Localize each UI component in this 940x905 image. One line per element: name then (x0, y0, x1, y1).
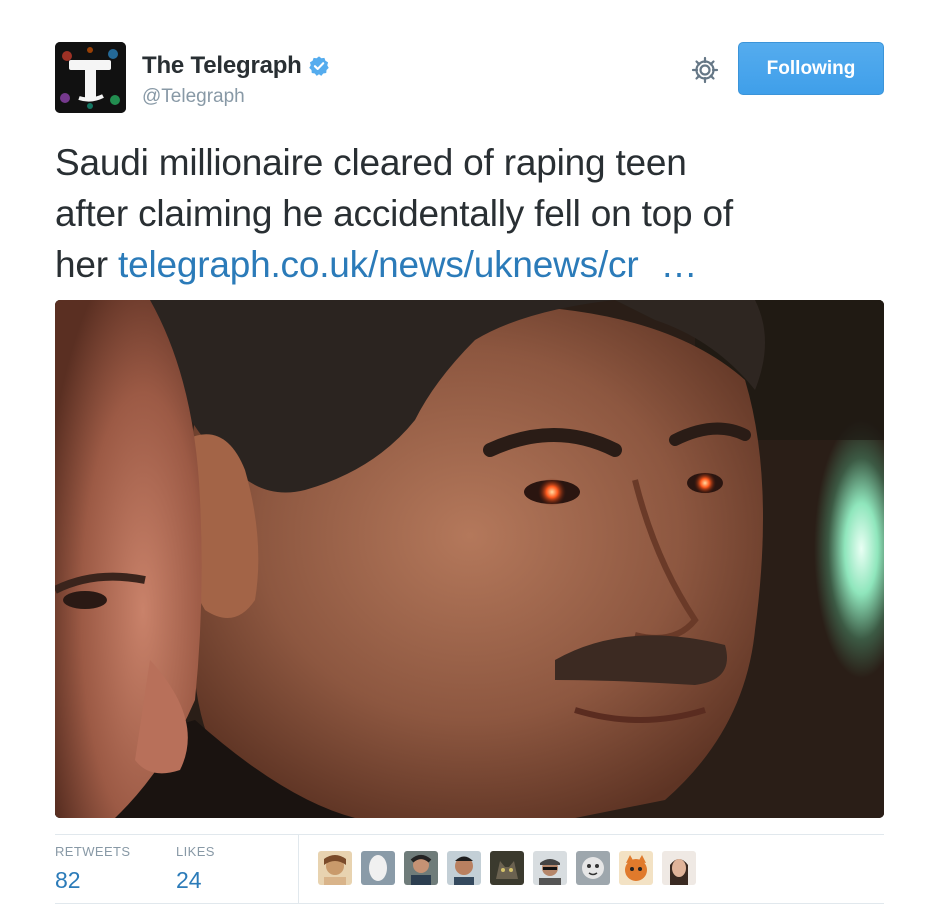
tweet-photo-image (55, 300, 884, 818)
liker-avatar[interactable] (404, 851, 438, 885)
liker-avatars (318, 851, 705, 885)
tweet-text-line: her telegraph.co.uk/news/uknews/cr … (55, 239, 895, 290)
liker-avatar[interactable] (662, 851, 696, 885)
liker-avatar[interactable] (619, 851, 653, 885)
following-button[interactable]: Following (738, 42, 884, 95)
telegraph-t-logo-icon (55, 42, 126, 113)
account-handle[interactable]: @Telegraph (142, 86, 245, 108)
likes-stat[interactable]: LIKES 24 (176, 844, 215, 894)
stats-divider-vertical (298, 834, 299, 903)
gear-icon[interactable] (690, 55, 720, 85)
verified-badge-icon (308, 56, 329, 76)
liker-avatar[interactable] (361, 851, 395, 885)
account-avatar[interactable] (55, 42, 126, 113)
liker-avatar[interactable] (447, 851, 481, 885)
retweets-count: 82 (55, 867, 81, 893)
stats-divider-bottom (55, 903, 884, 904)
account-display-name[interactable]: The Telegraph (142, 52, 302, 80)
account-name-row[interactable]: The Telegraph (142, 52, 330, 80)
tweet-photo[interactable] (55, 300, 884, 818)
tweet-link[interactable]: telegraph.co.uk/news/uknews/cr (118, 244, 639, 285)
liker-avatar[interactable] (533, 851, 567, 885)
liker-avatar[interactable] (576, 851, 610, 885)
link-ellipsis[interactable]: … (660, 244, 700, 285)
tweet-text-line: after claiming he accidentally fell on t… (55, 193, 733, 234)
liker-avatar[interactable] (318, 851, 352, 885)
likes-label: LIKES (176, 844, 215, 859)
liker-avatar[interactable] (490, 851, 524, 885)
tweet-text: Saudi millionaire cleared of raping teen… (55, 137, 895, 290)
tweet-text-word: her (55, 244, 108, 285)
retweets-stat[interactable]: RETWEETS 82 (55, 844, 130, 894)
tweet-text-line: Saudi millionaire cleared of raping teen (55, 142, 687, 183)
retweets-label: RETWEETS (55, 844, 131, 859)
likes-count: 24 (176, 867, 202, 893)
tweet-card: The Telegraph @Telegraph Following Saudi… (0, 0, 940, 905)
stats-divider-top (55, 834, 884, 835)
